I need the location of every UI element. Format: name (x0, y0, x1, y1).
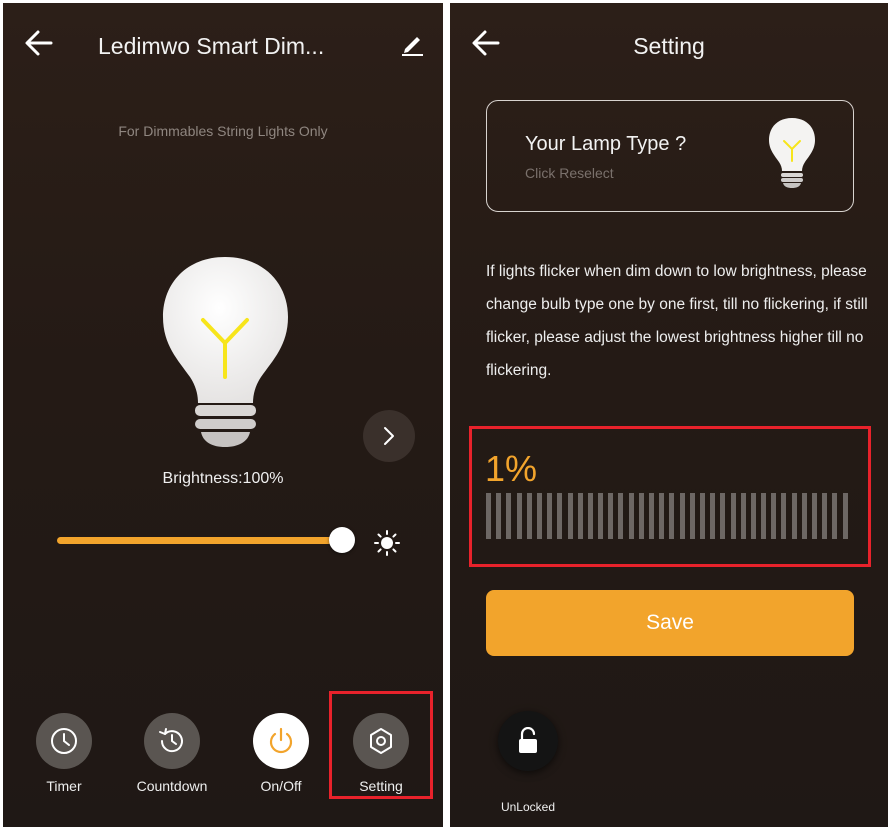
scale-tick (750, 493, 756, 539)
flicker-instructions: If lights flicker when dim down to low b… (486, 263, 868, 379)
setting-highlight-box (329, 691, 433, 799)
device-control-screen: Ledimwo Smart Dim... For Dimmables Strin… (3, 3, 443, 827)
power-label: On/Off (260, 778, 302, 794)
pencil-icon (402, 37, 423, 56)
countdown-button[interactable]: Countdown (122, 713, 222, 794)
scale-tick (516, 493, 522, 539)
scale-tick (761, 493, 767, 539)
unlock-icon (519, 727, 537, 753)
scale-tick (547, 493, 553, 539)
scale-tick (557, 493, 563, 539)
scale-tick (822, 493, 828, 539)
chevron-right-icon (384, 427, 394, 445)
scale-tick (812, 493, 817, 539)
scale-tick (536, 493, 542, 539)
scale-tick (679, 493, 685, 539)
scale-tick (791, 493, 797, 539)
edit-button[interactable] (399, 31, 425, 57)
scale-tick (730, 493, 736, 539)
scale-tick (598, 493, 604, 539)
scale-tick (781, 493, 787, 539)
countdown-icon (159, 728, 183, 753)
scale-tick (710, 493, 716, 539)
scale-tick (842, 493, 848, 539)
sun-icon (374, 530, 400, 556)
scale-tick (587, 493, 593, 539)
scale-tick (486, 493, 491, 539)
brightness-slider-thumb[interactable] (329, 527, 355, 553)
scale-tick (801, 493, 807, 539)
scale-tick (567, 493, 573, 539)
lamp-type-card[interactable]: Your Lamp Type ? Click Reselect (486, 100, 854, 212)
scale-tick (669, 493, 675, 539)
scale-tick (506, 493, 512, 539)
arrow-left-icon (25, 30, 53, 56)
light-bulb-icon (153, 255, 298, 455)
brightness-slider-track[interactable] (57, 537, 347, 544)
scale-tick (659, 493, 665, 539)
clock-icon (51, 728, 77, 754)
scale-tick (649, 493, 654, 539)
lock-toggle-button[interactable] (498, 711, 558, 771)
brightness-label: Brightness:100% (162, 470, 284, 487)
countdown-label: Countdown (136, 778, 208, 794)
timer-label: Timer (46, 778, 82, 794)
scale-tick (577, 493, 583, 539)
scale-tick (689, 493, 695, 539)
power-button[interactable]: On/Off (231, 713, 331, 794)
lamp-type-reselect-hint: Click Reselect (525, 165, 614, 181)
lowest-brightness-scale[interactable] (486, 493, 848, 539)
settings-screen: Setting Your Lamp Type ? Click Reselect … (450, 3, 888, 827)
scale-tick (526, 493, 532, 539)
device-title: Ledimwo Smart Dim... (98, 33, 325, 59)
lock-status-label: UnLocked (500, 800, 556, 814)
lamp-type-question: Your Lamp Type ? (525, 133, 687, 155)
scale-tick (720, 493, 726, 539)
save-button[interactable]: Save (486, 590, 854, 656)
page-title: Setting (633, 33, 705, 59)
next-button[interactable] (363, 410, 415, 462)
device-subtitle: For Dimmables String Lights Only (118, 123, 328, 139)
power-icon (269, 727, 293, 754)
scale-tick (740, 493, 746, 539)
lowest-brightness-value: 1% (485, 448, 538, 489)
scale-tick (628, 493, 634, 539)
scale-tick (496, 493, 502, 539)
scale-tick (699, 493, 705, 539)
timer-button[interactable]: Timer (14, 713, 114, 794)
scale-tick (771, 493, 777, 539)
scale-tick (618, 493, 624, 539)
back-button[interactable] (23, 29, 55, 57)
scale-tick (832, 493, 838, 539)
light-bulb-icon (767, 117, 817, 189)
scale-tick (608, 493, 614, 539)
scale-tick (638, 493, 644, 539)
